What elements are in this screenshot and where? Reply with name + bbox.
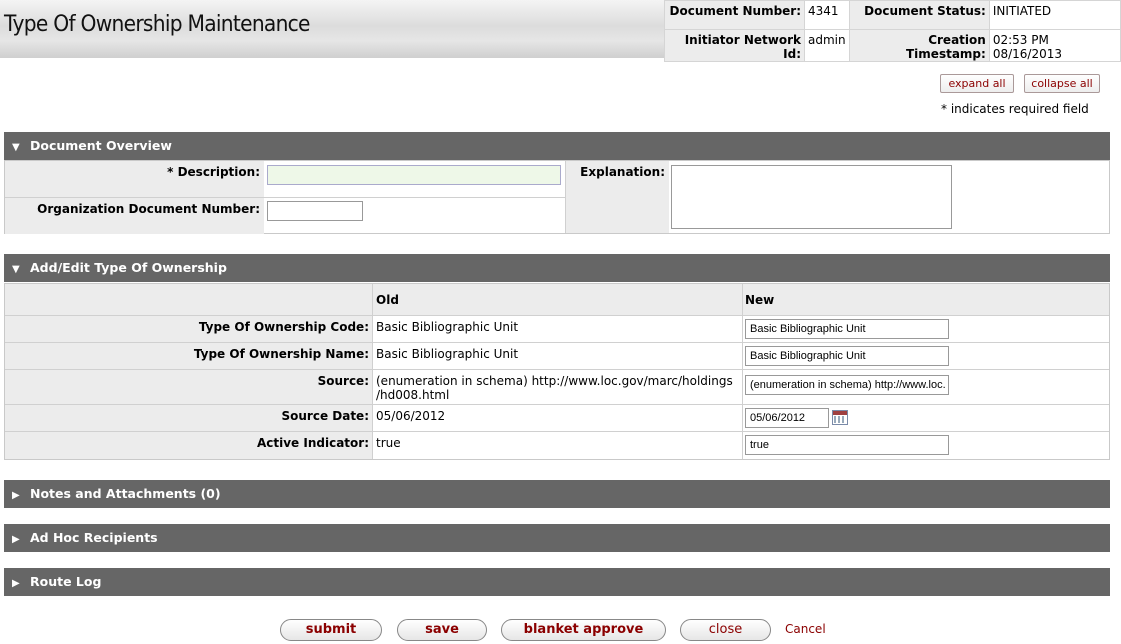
section-title: Route Log	[30, 574, 102, 589]
document-number-value: 4341	[804, 0, 850, 30]
expand-triangle-icon: ▶	[12, 490, 20, 501]
source-old-continued: /hd008.html	[376, 388, 450, 402]
document-overview-header[interactable]: ▼ Document Overview	[4, 132, 1110, 160]
column-header-row	[372, 284, 1109, 315]
source-date-input[interactable]: 05/06/2012	[745, 408, 829, 428]
section-title: Document Overview	[30, 138, 172, 153]
calendar-icon[interactable]	[832, 410, 848, 425]
document-info-table: Document Number: 4341 Document Status: I…	[663, 0, 1121, 62]
add-edit-section-header[interactable]: ▼ Add/Edit Type Of Ownership	[4, 254, 1110, 282]
description-input[interactable]	[267, 165, 561, 185]
ownership-name-old: Basic Bibliographic Unit	[376, 347, 519, 361]
explanation-label: Explanation:	[565, 161, 669, 233]
ownership-code-label: Type Of Ownership Code:	[198, 320, 369, 334]
expand-all-button[interactable]: expand all	[940, 74, 1014, 93]
notes-attachments-header[interactable]: ▶ Notes and Attachments (0)	[4, 480, 1110, 508]
blanket-approve-button[interactable]: blanket approve	[501, 619, 666, 641]
page-title: Type Of Ownership Maintenance	[4, 12, 311, 37]
add-edit-panel: Old New Type Of Ownership Code: Basic Bi…	[4, 283, 1110, 460]
active-indicator-old: true	[376, 436, 401, 450]
section-title: Notes and Attachments (0)	[30, 486, 221, 501]
active-indicator-input[interactable]: true	[745, 435, 949, 455]
source-date-label: Source Date:	[281, 409, 369, 423]
page-header: Type Of Ownership Maintenance Document N…	[0, 0, 1121, 62]
document-status-value: INITIATED	[988, 0, 1121, 30]
label-column	[5, 284, 372, 459]
description-label: * Description:	[5, 161, 264, 198]
adhoc-recipients-header[interactable]: ▶ Ad Hoc Recipients	[4, 524, 1110, 552]
old-column-header: Old	[376, 293, 399, 307]
divider	[5, 342, 1109, 343]
source-old: (enumeration in schema) http://www.loc.g…	[376, 374, 733, 388]
document-number-label: Document Number:	[663, 0, 806, 30]
creation-timestamp-label: Creation Timestamp:	[848, 29, 990, 62]
source-date-old: 05/06/2012	[376, 409, 446, 423]
org-doc-number-label: Organization Document Number:	[5, 198, 264, 234]
divider	[372, 284, 373, 459]
source-label: Source:	[317, 374, 369, 388]
expand-triangle-icon: ▶	[12, 578, 20, 589]
route-log-header[interactable]: ▶ Route Log	[4, 568, 1110, 596]
org-doc-number-input[interactable]	[267, 201, 363, 221]
ownership-code-input[interactable]: Basic Bibliographic Unit	[745, 319, 949, 339]
initiator-value: admin	[804, 29, 850, 62]
source-input[interactable]: (enumeration in schema) http://www.loc.	[745, 375, 949, 395]
ownership-name-input[interactable]: Basic Bibliographic Unit	[745, 346, 949, 366]
collapse-all-button[interactable]: collapse all	[1024, 74, 1100, 93]
divider	[5, 315, 1109, 316]
divider	[5, 404, 1109, 405]
section-title: Ad Hoc Recipients	[30, 530, 158, 545]
document-status-label: Document Status:	[848, 0, 990, 30]
expand-triangle-icon: ▶	[12, 534, 20, 545]
submit-button[interactable]: submit	[280, 619, 382, 641]
save-button[interactable]: save	[397, 619, 487, 641]
divider	[5, 431, 1109, 432]
collapse-triangle-icon: ▼	[12, 264, 20, 275]
ownership-code-old: Basic Bibliographic Unit	[376, 320, 519, 334]
required-field-note: * indicates required field	[941, 102, 1089, 116]
new-column-header: New	[745, 293, 775, 307]
ownership-name-label: Type Of Ownership Name:	[193, 347, 369, 361]
collapse-triangle-icon: ▼	[12, 142, 20, 153]
divider	[5, 369, 1109, 370]
active-indicator-label: Active Indicator:	[256, 436, 369, 450]
explanation-textarea[interactable]	[671, 165, 952, 229]
initiator-label: Initiator Network Id:	[663, 29, 806, 62]
document-overview-panel: * Description: Organization Document Num…	[4, 160, 1110, 234]
cancel-link[interactable]: Cancel	[785, 622, 826, 636]
creation-timestamp-value: 02:53 PM 08/16/2013	[988, 29, 1121, 62]
close-button[interactable]: close	[680, 619, 771, 641]
divider	[742, 284, 743, 459]
section-title: Add/Edit Type Of Ownership	[30, 260, 227, 275]
